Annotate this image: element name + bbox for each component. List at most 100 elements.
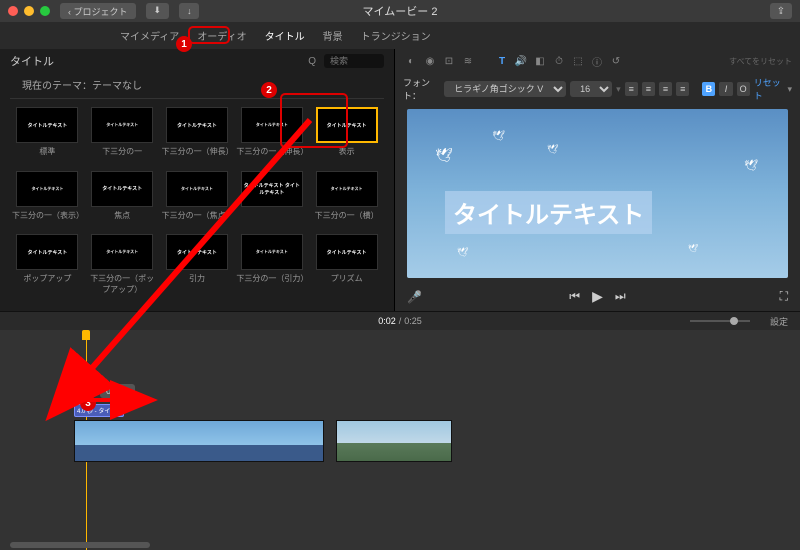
align-left-button[interactable]: ≡ xyxy=(625,82,638,96)
time-total: 0:25 xyxy=(404,316,422,326)
next-button[interactable]: ⏭ xyxy=(615,289,626,304)
stabilize-icon[interactable]: ≋ xyxy=(460,53,476,69)
reset-all-icon[interactable]: ↺ xyxy=(608,53,624,69)
title-thumb: タイトルテキスト xyxy=(241,234,303,270)
title-preset-cell[interactable]: タイトルテキストポップアップ xyxy=(12,234,83,303)
title-preset-cell[interactable]: タイトルテキスト下三分の一（横） xyxy=(311,171,382,229)
volume-icon[interactable]: 🔊 xyxy=(513,53,529,69)
noise-icon[interactable]: ◧ xyxy=(532,53,548,69)
title-thumb: タイトルテキスト xyxy=(16,234,78,270)
horizontal-scrollbar[interactable] xyxy=(10,542,150,548)
window-title: マイムービー 2 xyxy=(363,3,438,19)
settings-button[interactable]: 設定 xyxy=(770,315,788,328)
title-preset-cell[interactable]: タイトルテキスト下三分の一（伸長） xyxy=(236,107,307,165)
clip-filter-icon[interactable]: ⬚ xyxy=(570,53,586,69)
minimize-icon[interactable] xyxy=(24,6,34,16)
title-caption: 下三分の一（引力） xyxy=(236,273,307,284)
title-caption: 引力 xyxy=(189,273,205,284)
title-preset-cell[interactable]: タイトルテキスト下三分の一（伸長） xyxy=(162,107,233,165)
bird-icon: 🕊 xyxy=(688,244,698,253)
video-track xyxy=(74,420,452,462)
browser-section-label: タイトル xyxy=(10,53,300,69)
title-preset-cell[interactable]: タイトルテキストプリズム xyxy=(311,234,382,303)
title-caption: 下三分の一（伸長） xyxy=(162,146,233,157)
title-thumb: タイトルテキスト xyxy=(16,107,78,143)
color-correct-icon[interactable]: ◉ xyxy=(422,53,438,69)
time-tooltip: 09:17 xyxy=(100,384,135,398)
annotation-number-1: 1 xyxy=(176,36,192,52)
speed-icon[interactable]: ⏱ xyxy=(551,53,567,69)
bird-icon: 🕊 xyxy=(547,144,558,155)
reset-button[interactable]: リセット xyxy=(754,76,784,102)
video-clip[interactable] xyxy=(74,420,324,462)
play-button[interactable]: ▶ xyxy=(592,288,603,305)
text-tool-icon[interactable]: T xyxy=(494,53,510,69)
fullscreen-icon[interactable]: ⛶ xyxy=(780,289,788,304)
title-thumb: タイトルテキスト xyxy=(16,171,78,207)
title-preset-cell[interactable]: タイトルテキスト下三分の一（表示） xyxy=(12,171,83,229)
title-thumb: タイトルテキスト xyxy=(166,234,228,270)
title-thumb: タイトルテキスト xyxy=(316,171,378,207)
prev-button[interactable]: ⏮ xyxy=(569,289,580,304)
font-size-select[interactable]: 160 xyxy=(570,81,612,97)
title-preset-cell[interactable]: タイトルテキスト引力 xyxy=(162,234,233,303)
tab-audio[interactable]: オーディオ xyxy=(197,28,246,43)
align-center-button[interactable]: ≡ xyxy=(642,82,655,96)
search-input[interactable] xyxy=(324,54,384,68)
title-text-overlay[interactable]: タイトルテキスト xyxy=(445,191,652,234)
mic-icon[interactable]: 🎤 xyxy=(407,290,422,304)
title-preset-cell[interactable]: タイトルテキスト下三分の一（ポップアップ） xyxy=(87,234,158,303)
title-caption: ポップアップ xyxy=(23,273,71,284)
info-icon[interactable]: ⓘ xyxy=(589,53,605,69)
zoom-icon[interactable] xyxy=(40,6,50,16)
tab-mymedia[interactable]: マイメディア xyxy=(120,28,179,43)
title-preset-cell[interactable]: タイトルテキスト下三分の一 xyxy=(87,107,158,165)
title-thumb: タイトルテキスト タイトルテキスト xyxy=(241,171,303,207)
zoom-slider[interactable] xyxy=(690,320,750,322)
bird-icon: 🕊 xyxy=(492,131,505,142)
back-button[interactable]: ‹ プロジェクト xyxy=(60,3,136,19)
close-icon[interactable] xyxy=(8,6,18,16)
timeline-track-area[interactable]: 09:17 4.0 秒 - タイトルテ xyxy=(0,330,800,550)
bird-icon: 🕊 xyxy=(457,247,468,258)
title-preset-cell[interactable]: タイトルテキスト下三分の一（焦点） xyxy=(162,171,233,229)
title-caption: 標準 xyxy=(39,146,55,157)
title-preset-cell[interactable]: タイトルテキスト焦点 xyxy=(87,171,158,229)
inspector-toolbar: ◐ ◉ ⊡ ≋ T 🔊 ◧ ⏱ ⬚ ⓘ ↺ すべてをリセット xyxy=(395,49,800,73)
font-label: フォント： xyxy=(403,76,440,102)
font-controls: フォント： ヒラギノ角ゴシック V 160 ▾ ≡ ≡ ≡ ≡ B I O リセ… xyxy=(395,73,800,105)
tab-transitions[interactable]: トランジション xyxy=(361,28,431,43)
title-caption: 表示 xyxy=(339,146,355,157)
align-right-button[interactable]: ≡ xyxy=(659,82,672,96)
font-select[interactable]: ヒラギノ角ゴシック V xyxy=(444,81,566,97)
title-preset-cell[interactable]: タイトルテキスト タイトルテキスト xyxy=(236,171,307,229)
outline-button[interactable]: O xyxy=(737,82,750,96)
title-caption: 下三分の一（焦点） xyxy=(162,210,233,221)
bold-button[interactable]: B xyxy=(702,82,715,96)
import-button[interactable]: ⬇ xyxy=(146,3,170,19)
title-preset-cell[interactable]: タイトルテキスト表示 xyxy=(311,107,382,165)
title-caption: 下三分の一（横） xyxy=(315,210,379,221)
title-caption: 焦点 xyxy=(114,210,130,221)
annotation-number-3: 3 xyxy=(80,395,96,411)
title-thumb: タイトルテキスト xyxy=(316,107,378,143)
title-preset-cell[interactable]: タイトルテキスト下三分の一（引力） xyxy=(236,234,307,303)
time-current: 0:02 xyxy=(378,316,396,326)
titles-grid: タイトルテキスト標準タイトルテキスト下三分の一タイトルテキスト下三分の一（伸長）… xyxy=(0,99,394,311)
title-caption: 下三分の一（ポップアップ） xyxy=(87,273,158,295)
align-justify-button[interactable]: ≡ xyxy=(676,82,689,96)
video-viewer[interactable]: 🕊 🕊 🕊 🕊 🕊 🕊 タイトルテキスト xyxy=(407,109,788,278)
title-preset-cell[interactable]: タイトルテキスト標準 xyxy=(12,107,83,165)
download-button[interactable]: ↓ xyxy=(179,3,199,19)
color-balance-icon[interactable]: ◐ xyxy=(403,53,419,69)
window-titlebar: ‹ プロジェクト ⬇ ↓ マイムービー 2 ⇪ xyxy=(0,0,800,22)
tab-titles[interactable]: タイトル xyxy=(265,28,305,43)
italic-button[interactable]: I xyxy=(719,82,732,96)
title-caption: 下三分の一 xyxy=(102,146,142,157)
bird-icon: 🕊 xyxy=(744,159,758,172)
reset-all-label[interactable]: すべてをリセット xyxy=(729,56,792,67)
share-button[interactable]: ⇪ xyxy=(770,3,792,19)
crop-icon[interactable]: ⊡ xyxy=(441,53,457,69)
tab-backgrounds[interactable]: 背景 xyxy=(323,28,343,43)
video-clip[interactable] xyxy=(336,420,452,462)
